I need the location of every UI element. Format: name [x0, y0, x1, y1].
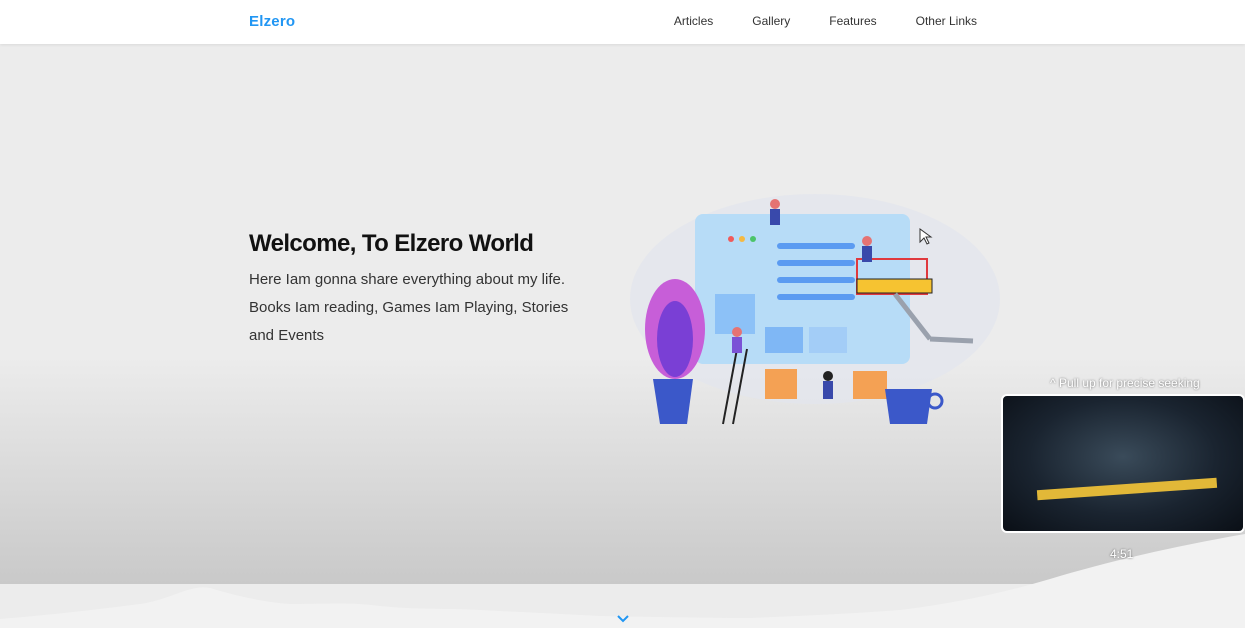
chevron-down-icon[interactable]: [616, 614, 630, 624]
nav-links: Articles Gallery Features Other Links: [674, 14, 977, 28]
seek-hint: ^ Pull up for precise seeking: [1050, 376, 1200, 390]
hero-description: Here Iam gonna share everything about my…: [249, 271, 569, 344]
video-time: 4:51: [1110, 547, 1134, 561]
site-logo[interactable]: Elzero: [249, 13, 295, 30]
hero-illustration: [630, 194, 1000, 425]
hero-text: Welcome, To Elzero World Here Iam gonna …: [249, 230, 589, 350]
seek-hint-text: Pull up for precise seeking: [1058, 376, 1200, 390]
navbar: Elzero Articles Gallery Features Other L…: [0, 0, 1245, 44]
hero-wave: [0, 534, 1245, 628]
chevron-up-icon: ^: [1050, 376, 1056, 390]
nav-link-articles[interactable]: Articles: [674, 14, 713, 28]
hero-title: Welcome, To Elzero World: [249, 230, 534, 257]
nav-link-gallery[interactable]: Gallery: [752, 14, 790, 28]
thumb-strip: [1036, 477, 1218, 501]
nav-link-features[interactable]: Features: [829, 14, 876, 28]
video-preview-thumbnail[interactable]: [1001, 394, 1245, 533]
nav-link-other-links[interactable]: Other Links: [916, 14, 977, 28]
